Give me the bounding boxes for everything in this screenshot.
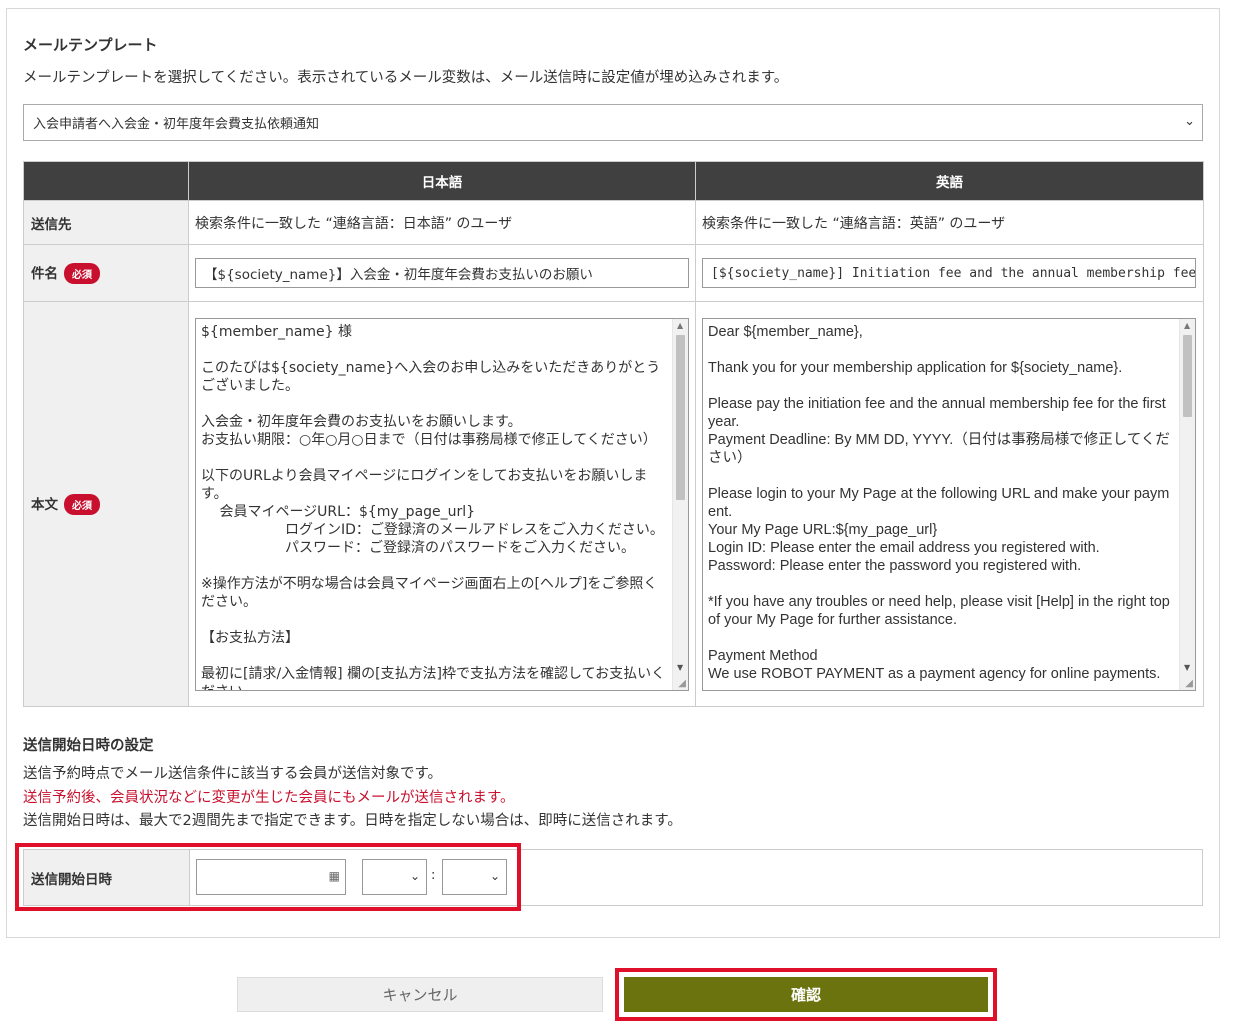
cancel-button[interactable]: キャンセル <box>237 977 603 1012</box>
mail-template-title: メールテンプレート <box>23 36 158 54</box>
resize-handle-icon[interactable]: ◢ <box>1185 678 1193 689</box>
recipient-label: 送信先 <box>23 200 189 245</box>
mail-template-description: メールテンプレートを選択してください。表示されているメール変数は、メール送信時に… <box>23 70 789 86</box>
required-badge: 必須 <box>64 494 100 516</box>
send-schedule-limit-note: 送信開始日時は、最大で2週間先まで指定できます。日時を指定しない場合は、即時に送… <box>23 813 682 829</box>
send-schedule-title: 送信開始日時の設定 <box>23 738 154 754</box>
table-header-blank <box>23 161 189 201</box>
chevron-down-icon: ⌄ <box>1184 114 1195 129</box>
body-label-cell: 本文 必須 <box>23 301 189 707</box>
template-select[interactable]: 入会申請者へ入会金・初年度年会費支払依頼通知 ⌄ <box>23 104 1203 141</box>
subject-label-cell: 件名 必須 <box>23 244 189 302</box>
column-header-english: 英語 <box>695 161 1204 201</box>
subject-label: 件名 <box>31 265 58 282</box>
send-schedule-note: 送信予約時点でメール送信条件に該当する会員が送信対象です。 <box>23 766 443 782</box>
scrollbar-thumb[interactable] <box>1183 334 1192 417</box>
scroll-down-icon[interactable]: ▼ <box>1184 663 1190 672</box>
required-badge: 必須 <box>64 263 100 285</box>
confirm-highlight-box <box>615 968 997 1021</box>
scrollbar[interactable]: ▲ ▼ <box>1179 318 1195 690</box>
subject-input-japanese[interactable]: 【${society_name}】入会金・初年度年会費お支払いのお願い <box>195 258 689 288</box>
body-text-english: Dear ${member_name}, Thank you for your … <box>708 323 1170 682</box>
body-text-japanese: ${member_name} 様 このたびは${society_name}へ入会… <box>201 323 666 690</box>
send-schedule-warning: 送信予約後、会員状況などに変更が生じた会員にもメールが送信されます。 <box>23 790 515 806</box>
mail-template-panel: メールテンプレート メールテンプレートを選択してください。表示されているメール変… <box>6 8 1220 938</box>
scroll-up-icon[interactable]: ▲ <box>677 321 683 330</box>
body-textarea-english[interactable]: Dear ${member_name}, Thank you for your … <box>702 317 1196 691</box>
scroll-down-icon[interactable]: ▼ <box>677 663 683 672</box>
template-select-value: 入会申請者へ入会金・初年度年会費支払依頼通知 <box>33 117 320 132</box>
body-label: 本文 <box>31 496 58 513</box>
recipient-english: 検索条件に一致した “連絡言語：英語” のユーザ <box>695 200 1204 245</box>
resize-handle-icon[interactable]: ◢ <box>678 678 686 689</box>
scrollbar[interactable]: ▲ ▼ <box>672 318 688 690</box>
column-header-japanese: 日本語 <box>188 161 696 201</box>
subject-input-english[interactable]: [${society_name}] Initiation fee and the… <box>702 258 1196 288</box>
datetime-highlight-box <box>15 843 521 911</box>
body-textarea-japanese[interactable]: ${member_name} 様 このたびは${society_name}へ入会… <box>195 317 689 691</box>
scroll-up-icon[interactable]: ▲ <box>1184 321 1190 330</box>
scrollbar-thumb[interactable] <box>676 334 685 500</box>
mail-content-table: 日本語 英語 送信先 検索条件に一致した “連絡言語：日本語” のユーザ 検索条… <box>23 161 1204 707</box>
recipient-japanese: 検索条件に一致した “連絡言語：日本語” のユーザ <box>188 200 696 245</box>
